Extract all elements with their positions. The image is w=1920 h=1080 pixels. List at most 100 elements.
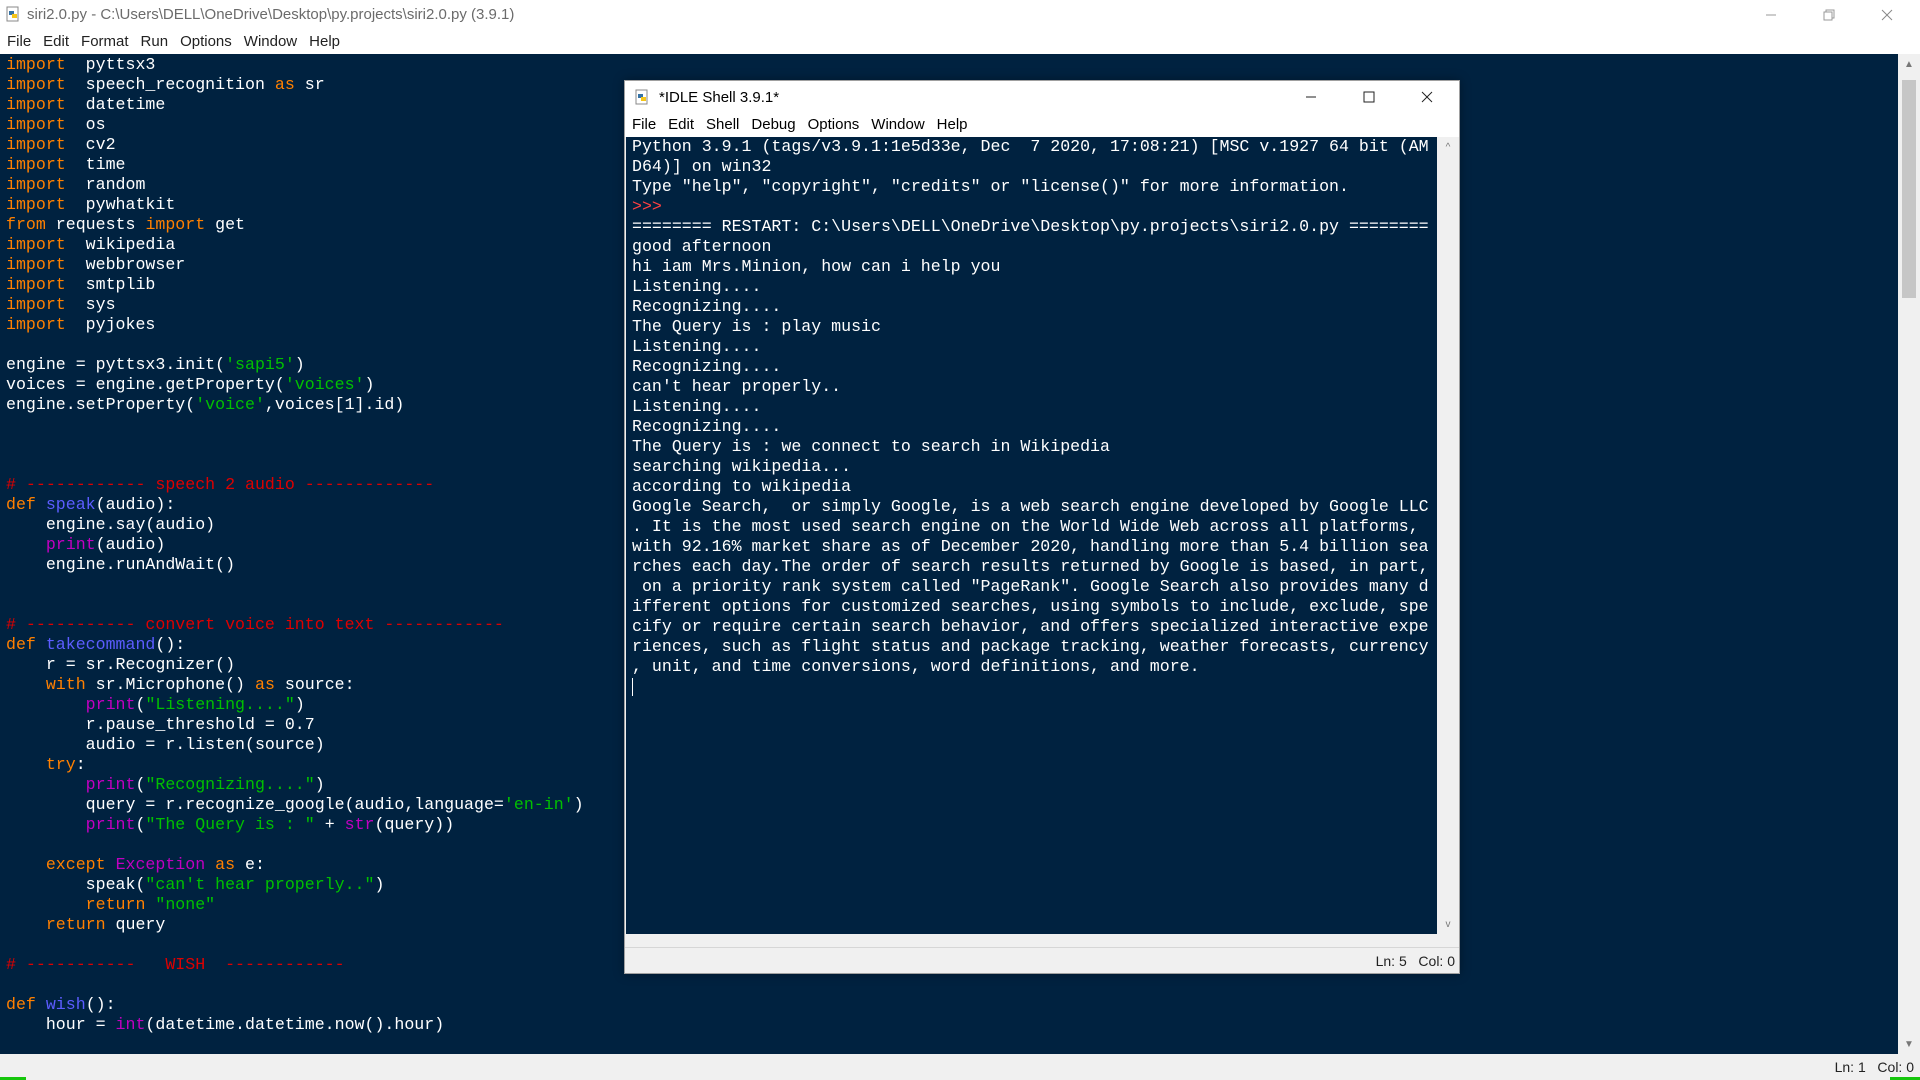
editor-titlebar[interactable]: siri2.0.py - C:\Users\DELL\OneDrive\Desk…	[0, 0, 1920, 30]
code-line[interactable]: voices = engine.getProperty('voices')	[6, 375, 374, 394]
code-line[interactable]: r = sr.Recognizer()	[6, 655, 235, 674]
shell-menu-debug[interactable]: Debug	[744, 113, 800, 137]
code-token: def	[6, 995, 36, 1014]
code-line[interactable]: import smtplib	[6, 275, 155, 294]
code-line[interactable]: import pyjokes	[6, 315, 155, 334]
code-line[interactable]: def speak(audio):	[6, 495, 175, 514]
code-line[interactable]: except Exception as e:	[6, 855, 265, 874]
code-line[interactable]: import datetime	[6, 95, 165, 114]
code-token: import	[6, 255, 66, 274]
code-line[interactable]: import speech_recognition as sr	[6, 75, 325, 94]
code-token: datetime	[65, 95, 166, 114]
shell-menu-shell[interactable]: Shell	[699, 113, 744, 137]
restore-icon[interactable]	[1806, 0, 1852, 30]
code-line[interactable]: engine = pyttsx3.init('sapi5')	[6, 355, 305, 374]
shell-menu-edit[interactable]: Edit	[661, 113, 699, 137]
shell-vertical-scrollbar[interactable]: ^ v	[1438, 137, 1458, 934]
code-line[interactable]: import time	[6, 155, 126, 174]
code-token: return	[45, 915, 106, 934]
code-token: :	[75, 755, 86, 774]
code-token: (datetime.datetime.now().hour)	[145, 1015, 445, 1034]
code-line[interactable]: import wikipedia	[6, 235, 175, 254]
code-token: e:	[235, 855, 265, 874]
code-token: )	[294, 695, 305, 714]
code-line[interactable]: hour = int(datetime.datetime.now().hour)	[6, 1015, 444, 1034]
menu-file[interactable]: File	[0, 30, 36, 54]
code-line[interactable]: return "none"	[6, 895, 215, 914]
code-line[interactable]: # ----------- WISH ------------	[6, 955, 345, 974]
code-line[interactable]: engine.setProperty('voice',voices[1].id)	[6, 395, 404, 414]
code-line[interactable]: query = r.recognize_google(audio,languag…	[6, 795, 584, 814]
menu-options[interactable]: Options	[173, 30, 237, 54]
code-line[interactable]: import pywhatkit	[6, 195, 175, 214]
shell-menu-file[interactable]: File	[625, 113, 661, 137]
code-line[interactable]: engine.say(audio)	[6, 515, 215, 534]
code-token: 'voice'	[195, 395, 265, 414]
code-text[interactable]: import pyttsx3 import speech_recognition…	[6, 55, 584, 1035]
code-line[interactable]: return query	[6, 915, 166, 934]
code-line[interactable]: with sr.Microphone() as source:	[6, 675, 355, 694]
code-line[interactable]: print("Recognizing....")	[6, 775, 325, 794]
code-token: 'voices'	[284, 375, 365, 394]
code-token: query = r.recognize_google(audio,languag…	[6, 795, 504, 814]
code-token: )	[573, 795, 584, 814]
menu-edit[interactable]: Edit	[36, 30, 74, 54]
menu-window[interactable]: Window	[237, 30, 302, 54]
code-line[interactable]: from requests import get	[6, 215, 245, 234]
code-token: "can't hear properly.."	[145, 875, 375, 894]
scroll-down-icon[interactable]: v	[1438, 916, 1458, 932]
maximize-icon[interactable]	[1341, 81, 1397, 113]
editor-vertical-scrollbar[interactable]: ▲ ▼	[1898, 54, 1920, 1054]
shell-output-text[interactable]: Python 3.9.1 (tags/v3.9.1:1e5d33e, Dec 7…	[632, 137, 1429, 697]
shell-output-area[interactable]: Python 3.9.1 (tags/v3.9.1:1e5d33e, Dec 7…	[626, 137, 1437, 934]
code-token: engine = pyttsx3.init(	[6, 355, 226, 374]
minimize-icon[interactable]	[1283, 81, 1339, 113]
code-token: def	[6, 635, 36, 654]
menu-format[interactable]: Format	[74, 30, 134, 54]
scroll-up-icon[interactable]: ^	[1438, 139, 1458, 155]
close-icon[interactable]	[1399, 81, 1455, 113]
shell-menu-help[interactable]: Help	[930, 113, 973, 137]
code-line[interactable]: import os	[6, 115, 106, 134]
code-token: random	[65, 175, 146, 194]
shell-menu-window[interactable]: Window	[864, 113, 929, 137]
code-line[interactable]: def takecommand():	[6, 635, 185, 654]
code-line[interactable]: print("Listening....")	[6, 695, 305, 714]
shell-titlebar[interactable]: *IDLE Shell 3.9.1*	[625, 81, 1459, 113]
code-line[interactable]: import sys	[6, 295, 116, 314]
code-line[interactable]: speak("can't hear properly..")	[6, 875, 385, 894]
code-token: except	[45, 855, 106, 874]
code-line[interactable]: print(audio)	[6, 535, 166, 554]
code-line[interactable]: print("The Query is : " + str(query))	[6, 815, 454, 834]
menu-run[interactable]: Run	[134, 30, 174, 54]
minimize-icon[interactable]	[1748, 0, 1794, 30]
code-line[interactable]: # ----------- convert voice into text --…	[6, 615, 504, 634]
code-line[interactable]: try:	[6, 755, 86, 774]
shell-menu-options[interactable]: Options	[801, 113, 865, 137]
code-line[interactable]: import cv2	[6, 135, 116, 154]
idle-shell-window[interactable]: *IDLE Shell 3.9.1* File Edit Shell Debug…	[624, 80, 1460, 974]
code-line[interactable]: # ------------ speech 2 audio ----------…	[6, 475, 434, 494]
code-line[interactable]: audio = r.listen(source)	[6, 735, 325, 754]
code-line[interactable]: import webbrowser	[6, 255, 185, 274]
shell-output-line: good afternoon	[632, 237, 772, 256]
scroll-down-icon[interactable]: ▼	[1898, 1036, 1920, 1052]
code-token: import	[6, 115, 66, 134]
scrollbar-thumb[interactable]	[1902, 80, 1916, 298]
code-line[interactable]: def wish():	[6, 995, 116, 1014]
code-line[interactable]: r.pause_threshold = 0.7	[6, 715, 315, 734]
close-icon[interactable]	[1864, 0, 1910, 30]
code-line[interactable]: import random	[6, 175, 145, 194]
shell-output-line: Listening....	[632, 277, 762, 296]
code-token: import	[6, 55, 66, 74]
code-line[interactable]: engine.runAndWait()	[6, 555, 235, 574]
code-line[interactable]: import pyttsx3	[6, 55, 155, 74]
code-token: def	[6, 495, 36, 514]
menu-help[interactable]: Help	[302, 30, 345, 54]
shell-output-line: Listening....	[632, 337, 762, 356]
code-token: import	[145, 215, 206, 234]
scroll-up-icon[interactable]: ▲	[1898, 56, 1920, 72]
